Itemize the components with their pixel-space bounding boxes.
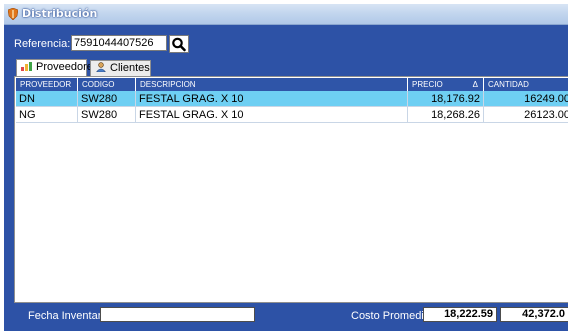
cell-proveedor: NG (16, 107, 78, 123)
col-proveedor[interactable]: PROVEEDOR (16, 78, 78, 91)
sort-delta-icon: Δ (472, 80, 478, 89)
tab-clientes-label: Clientes (110, 62, 150, 74)
fecha-inventario-field[interactable] (100, 307, 255, 322)
col-codigo[interactable]: CODIGO (78, 78, 136, 91)
search-button[interactable] (169, 35, 189, 53)
cell-precio: 18,268.26 (408, 107, 484, 123)
cell-precio: 18,176.92 (408, 91, 484, 107)
tab-proveedores[interactable]: Proveedores (16, 59, 98, 76)
reference-input[interactable]: 7591044407526 (71, 35, 167, 51)
table-row[interactable]: NG SW280 FESTAL GRAG. X 10 18,268.26 261… (16, 107, 568, 123)
cell-codigo: SW280 (78, 91, 136, 107)
distribution-window: Distribución Referencia: 7591044407526 P… (4, 4, 568, 331)
col-descripcion[interactable]: DESCRIPCION (136, 78, 408, 91)
col-cantidad[interactable]: CANTIDAD (484, 78, 568, 91)
cell-descripcion: FESTAL GRAG. X 10 (136, 91, 408, 107)
window-title: Distribución (22, 7, 98, 20)
title-bar: Distribución (4, 4, 568, 25)
clients-icon (96, 62, 106, 72)
grid-header: PROVEEDOR CODIGO DESCRIPCION PRECIO Δ CA… (16, 78, 568, 91)
reference-label: Referencia: (14, 38, 71, 50)
cantidad-total-value: 42,372.0 (500, 307, 568, 322)
providers-icon (21, 62, 32, 71)
cell-codigo: SW280 (78, 107, 136, 123)
table-row[interactable]: DN SW280 FESTAL GRAG. X 10 18,176.92 162… (16, 91, 568, 107)
costo-promedio-label: Costo Promedio: (351, 310, 433, 322)
cell-cantidad: 26123.00 (484, 107, 568, 123)
providers-panel: PROVEEDOR CODIGO DESCRIPCION PRECIO Δ CA… (14, 76, 568, 303)
shield-app-icon (8, 8, 18, 20)
costo-promedio-value: 18,222.59 (423, 307, 497, 322)
cell-proveedor: DN (16, 91, 78, 107)
cell-cantidad: 16249.00 (484, 91, 568, 107)
col-precio[interactable]: PRECIO Δ (408, 78, 484, 91)
cell-descripcion: FESTAL GRAG. X 10 (136, 107, 408, 123)
col-precio-label: PRECIO (412, 80, 443, 89)
search-icon (172, 37, 186, 52)
tab-clientes[interactable]: Clientes (90, 60, 151, 76)
